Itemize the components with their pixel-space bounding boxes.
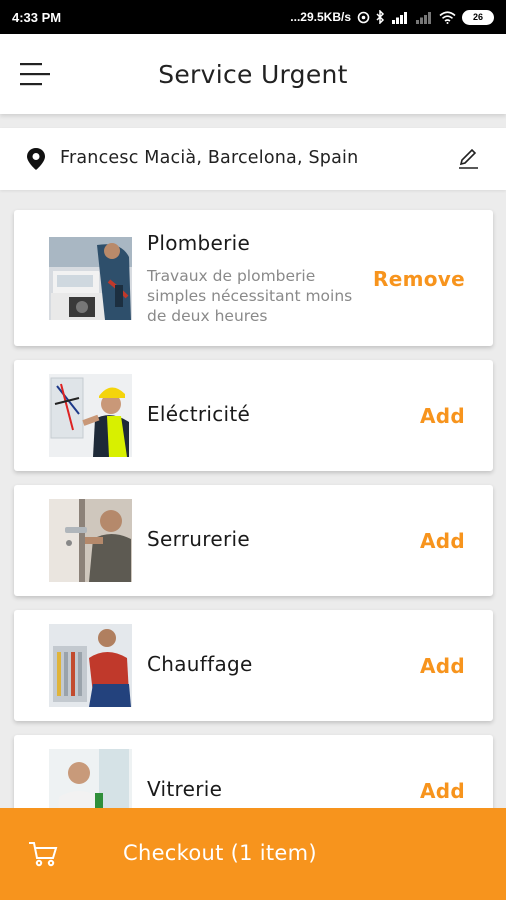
location-pin-icon (26, 147, 46, 175)
locksmith-photo (49, 499, 132, 582)
heating-technician-photo (49, 624, 132, 707)
checkout-label: Checkout (1 item) (123, 841, 317, 865)
edit-pencil-icon[interactable] (456, 146, 480, 174)
service-card-serrurerie[interactable]: Serrurerie Add (14, 485, 493, 596)
add-button[interactable]: Add (420, 529, 465, 553)
shopping-cart-icon (28, 840, 58, 872)
remove-button[interactable]: Remove (373, 267, 465, 291)
service-name: Chauffage (147, 652, 253, 676)
service-card-electricite[interactable]: Eléctricité Add (14, 360, 493, 471)
checkout-button[interactable]: Checkout (1 item) (0, 808, 506, 900)
location-bar[interactable]: Francesc Macià, Barcelona, Spain (0, 128, 506, 190)
add-button[interactable]: Add (420, 779, 465, 803)
service-description: Travaux de plomberie simples nécessitant… (147, 267, 353, 325)
alarm-icon (357, 11, 370, 24)
bluetooth-icon (376, 10, 385, 24)
signal-icon (391, 11, 409, 24)
signal-secondary-icon (415, 11, 433, 24)
page-title: Service Urgent (158, 59, 348, 89)
location-address: Francesc Macià, Barcelona, Spain (60, 148, 359, 168)
status-time: 4:33 PM (12, 9, 62, 25)
battery-icon: 26 (462, 9, 494, 25)
service-name: Plomberie (147, 231, 251, 255)
wifi-icon (439, 10, 456, 24)
add-button[interactable]: Add (420, 404, 465, 428)
status-icons: ...29.5KB/s 26 (290, 9, 494, 25)
add-button[interactable]: Add (420, 654, 465, 678)
hamburger-menu-icon[interactable] (18, 60, 54, 90)
electrician-photo (49, 374, 132, 457)
service-name: Serrurerie (147, 527, 250, 551)
service-name: Vitrerie (147, 777, 223, 801)
network-speed: ...29.5KB/s (290, 10, 351, 24)
plumber-photo (49, 237, 132, 320)
service-card-plomberie[interactable]: Plomberie Travaux de plomberie simples n… (14, 210, 493, 346)
app-header: Service Urgent (0, 34, 506, 114)
service-name: Eléctricité (147, 402, 251, 426)
service-card-chauffage[interactable]: Chauffage Add (14, 610, 493, 721)
status-bar: 4:33 PM ...29.5KB/s 26 (0, 0, 506, 34)
